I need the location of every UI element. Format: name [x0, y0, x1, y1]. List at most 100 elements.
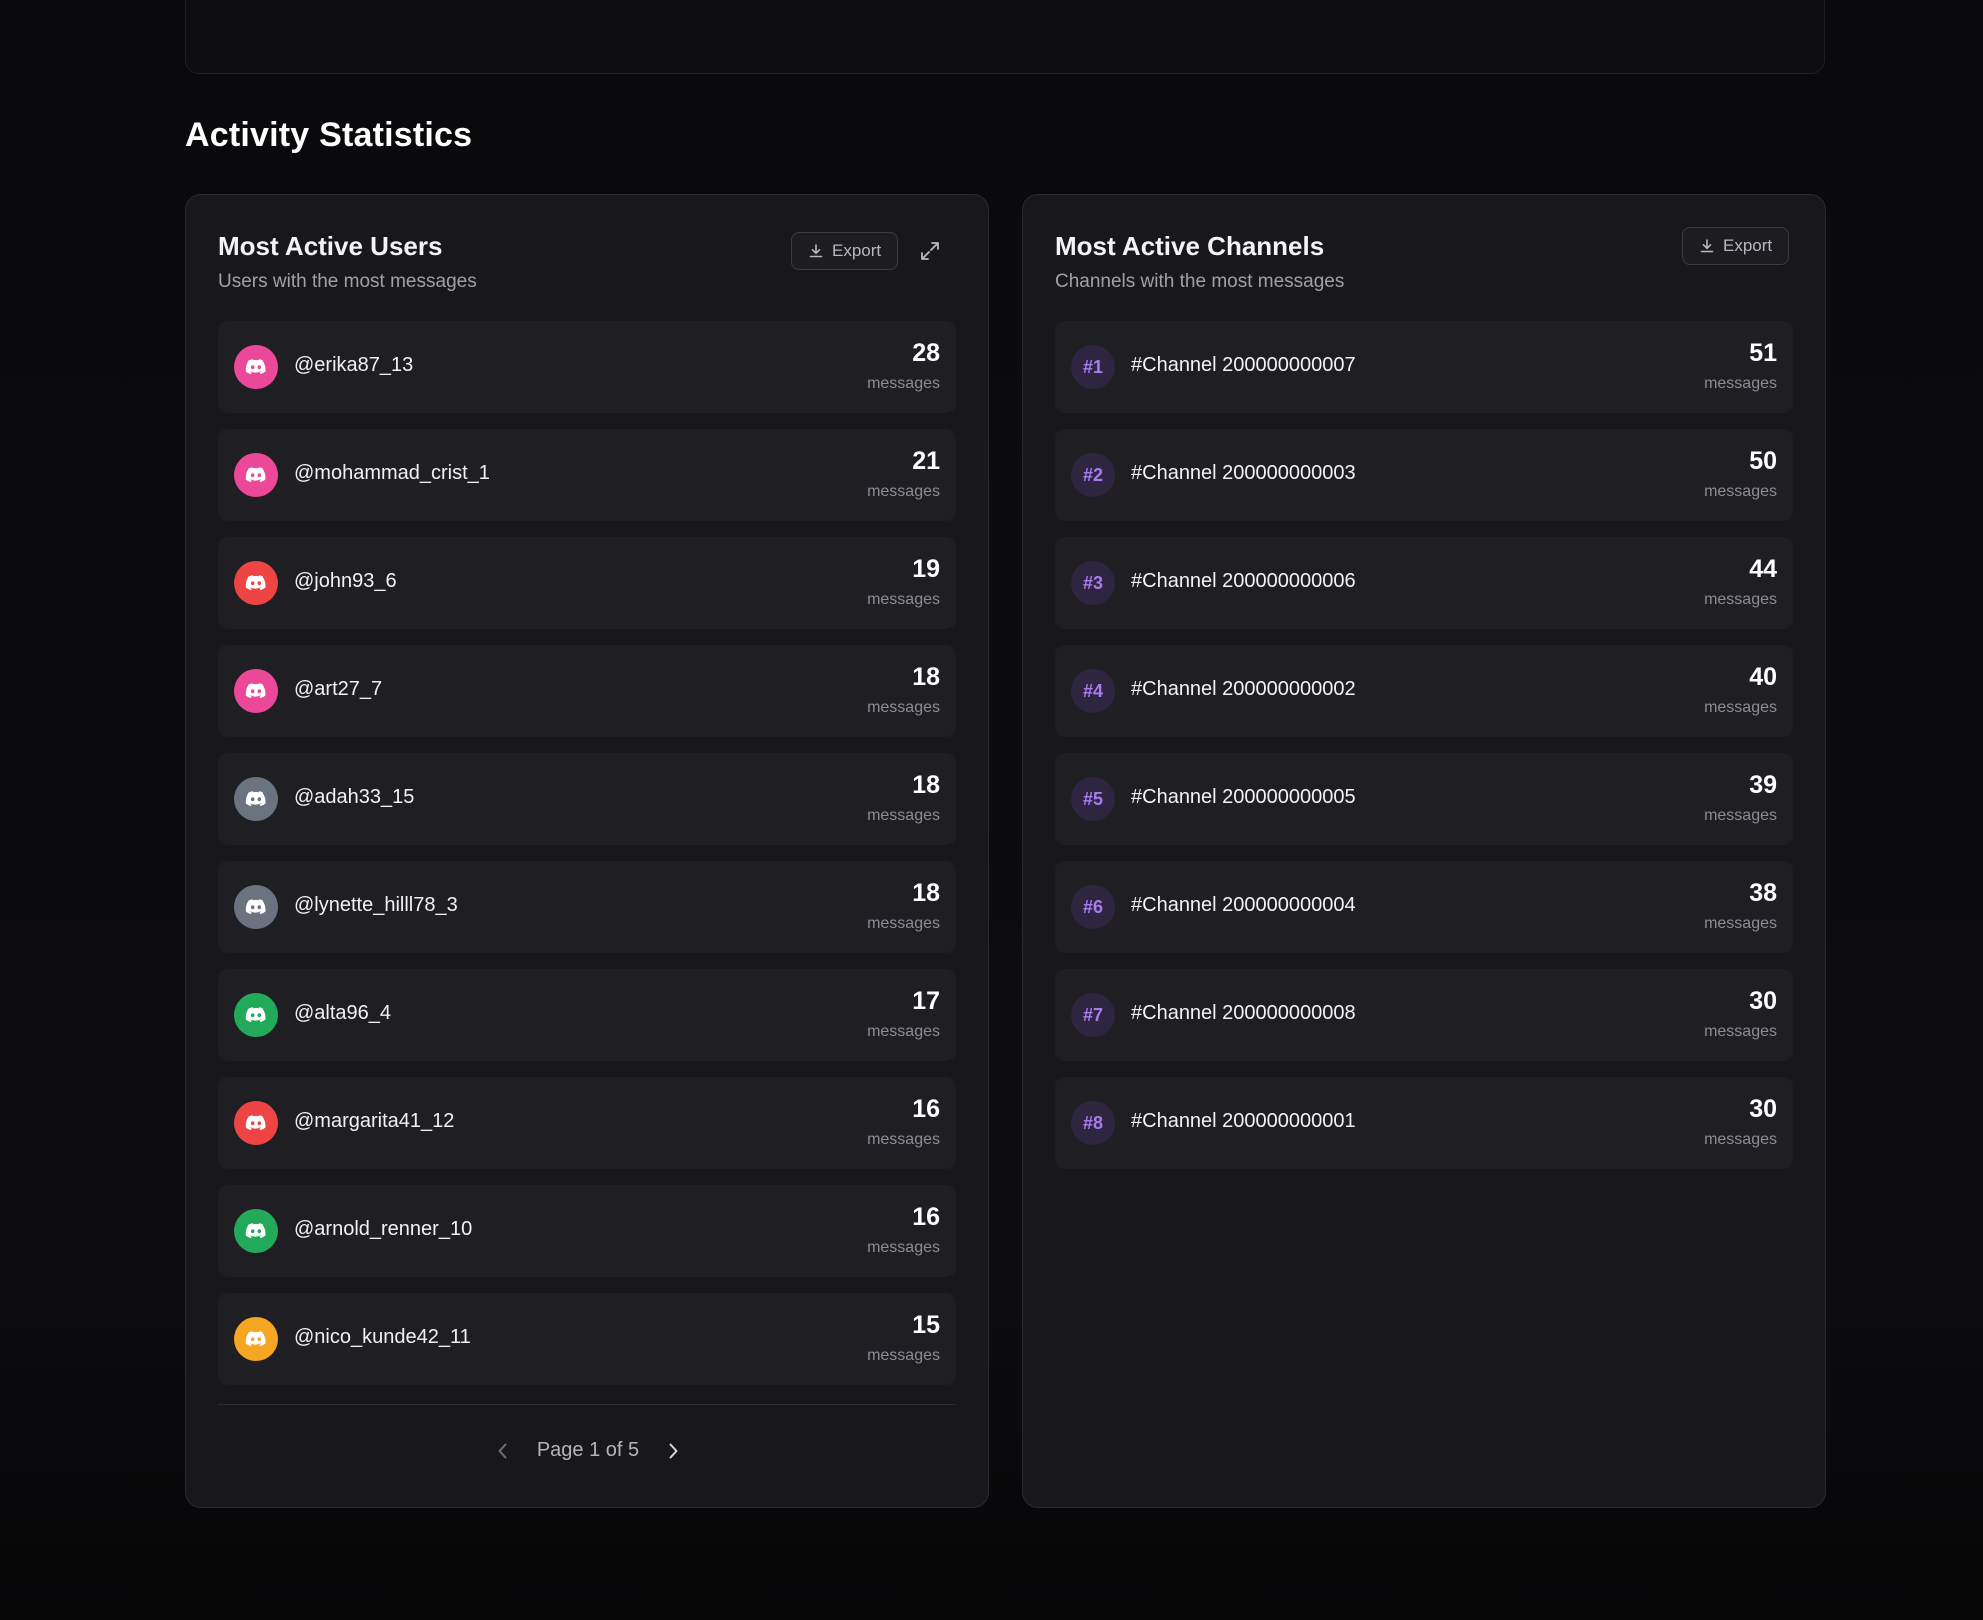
message-unit: messages: [867, 1131, 940, 1148]
user-name: @lynette_hilll78_3: [294, 894, 458, 916]
channel-name: #Channel 200000000001: [1131, 1110, 1356, 1132]
message-count: 17: [912, 987, 940, 1015]
most-active-users-panel: Most Active Users Users with the most me…: [185, 194, 989, 1508]
message-count: 50: [1749, 447, 1777, 475]
users-export-button[interactable]: Export: [791, 232, 899, 270]
channel-row[interactable]: #1 #Channel 200000000007 51 messages: [1055, 321, 1793, 413]
message-count: 28: [912, 339, 940, 367]
discord-icon: [234, 453, 278, 497]
message-count: 18: [912, 771, 940, 799]
message-count: 16: [912, 1095, 940, 1123]
export-label: Export: [832, 241, 882, 260]
rank-badge: #7: [1071, 993, 1115, 1037]
download-icon: [809, 244, 823, 258]
message-unit: messages: [1704, 375, 1777, 392]
user-row[interactable]: @nico_kunde42_11 15 messages: [218, 1293, 956, 1385]
channel-name: #Channel 200000000003: [1131, 462, 1356, 484]
top-card: [185, 0, 1825, 74]
user-row[interactable]: @alta96_4 17 messages: [218, 969, 956, 1061]
message-count: 44: [1749, 555, 1777, 583]
message-count: 30: [1749, 987, 1777, 1015]
message-unit: messages: [1704, 483, 1777, 500]
discord-icon: [234, 1209, 278, 1253]
message-unit: messages: [1704, 807, 1777, 824]
panel-title: Most Active Channels: [1055, 231, 1325, 261]
message-count: 16: [912, 1203, 940, 1231]
message-count: 15: [912, 1311, 940, 1339]
rank-badge: #3: [1071, 561, 1115, 605]
user-row[interactable]: @arnold_renner_10 16 messages: [218, 1185, 956, 1277]
message-unit: messages: [867, 1023, 940, 1040]
message-count: 18: [912, 663, 940, 691]
user-row[interactable]: @margarita41_12 16 messages: [218, 1077, 956, 1169]
most-active-channels-panel: Most Active Channels Channels with the m…: [1022, 194, 1826, 1508]
discord-icon: [234, 669, 278, 713]
channel-row[interactable]: #6 #Channel 200000000004 38 messages: [1055, 861, 1793, 953]
message-unit: messages: [867, 1239, 940, 1256]
channel-row[interactable]: #3 #Channel 200000000006 44 messages: [1055, 537, 1793, 629]
discord-icon: [234, 1101, 278, 1145]
channel-row[interactable]: #5 #Channel 200000000005 39 messages: [1055, 753, 1793, 845]
user-row[interactable]: @mohammad_crist_1 21 messages: [218, 429, 956, 521]
discord-icon: [234, 345, 278, 389]
expand-icon[interactable]: [918, 239, 942, 263]
rank-badge: #5: [1071, 777, 1115, 821]
download-icon: [1700, 239, 1714, 253]
user-name: @nico_kunde42_11: [294, 1326, 471, 1348]
discord-icon: [234, 993, 278, 1037]
user-row[interactable]: @adah33_15 18 messages: [218, 753, 956, 845]
message-unit: messages: [867, 483, 940, 500]
channel-row[interactable]: #8 #Channel 200000000001 30 messages: [1055, 1077, 1793, 1169]
user-row[interactable]: @erika87_13 28 messages: [218, 321, 956, 413]
rank-badge: #6: [1071, 885, 1115, 929]
message-unit: messages: [867, 591, 940, 608]
export-label: Export: [1723, 236, 1773, 255]
channel-name: #Channel 200000000006: [1131, 570, 1356, 592]
message-count: 39: [1749, 771, 1777, 799]
message-count: 40: [1749, 663, 1777, 691]
discord-icon: [234, 1317, 278, 1361]
discord-icon: [234, 561, 278, 605]
channels-export-button[interactable]: Export: [1682, 227, 1790, 265]
channel-name: #Channel 200000000008: [1131, 1002, 1356, 1024]
channel-name: #Channel 200000000005: [1131, 786, 1356, 808]
channel-name: #Channel 200000000007: [1131, 354, 1356, 376]
user-name: @arnold_renner_10: [294, 1218, 473, 1240]
message-unit: messages: [1704, 915, 1777, 932]
channel-name: #Channel 200000000002: [1131, 678, 1356, 700]
rank-badge: #8: [1071, 1101, 1115, 1145]
user-name: @art27_7: [294, 678, 383, 700]
message-unit: messages: [1704, 591, 1777, 608]
chevron-right-icon[interactable]: [665, 1441, 681, 1461]
section-title: Activity Statistics: [185, 116, 473, 154]
panel-subtitle: Channels with the most messages: [1055, 271, 1345, 292]
message-unit: messages: [1704, 699, 1777, 716]
discord-icon: [234, 777, 278, 821]
message-count: 30: [1749, 1095, 1777, 1123]
users-list: @erika87_13 28 messages @mohammad_crist_1 21…: [218, 321, 956, 1401]
channel-row[interactable]: #2 #Channel 200000000003 50 messages: [1055, 429, 1793, 521]
discord-icon: [234, 885, 278, 929]
rank-badge: #1: [1071, 345, 1115, 389]
chevron-left-icon[interactable]: [495, 1441, 511, 1461]
message-unit: messages: [1704, 1023, 1777, 1040]
divider: [218, 1404, 956, 1405]
panel-title: Most Active Users: [218, 231, 443, 261]
message-unit: messages: [867, 915, 940, 932]
channel-row[interactable]: #4 #Channel 200000000002 40 messages: [1055, 645, 1793, 737]
rank-badge: #4: [1071, 669, 1115, 713]
user-name: @adah33_15: [294, 786, 415, 808]
user-row[interactable]: @art27_7 18 messages: [218, 645, 956, 737]
message-count: 18: [912, 879, 940, 907]
message-unit: messages: [1704, 1131, 1777, 1148]
message-unit: messages: [867, 807, 940, 824]
user-row[interactable]: @john93_6 19 messages: [218, 537, 956, 629]
channel-row[interactable]: #7 #Channel 200000000008 30 messages: [1055, 969, 1793, 1061]
panel-subtitle: Users with the most messages: [218, 271, 477, 292]
message-count: 51: [1749, 339, 1777, 367]
message-unit: messages: [867, 1347, 940, 1364]
user-row[interactable]: @lynette_hilll78_3 18 messages: [218, 861, 956, 953]
user-name: @mohammad_crist_1: [294, 462, 490, 484]
channels-list: #1 #Channel 200000000007 51 messages #2 #Chan…: [1055, 321, 1793, 1185]
page-indicator: Page 1 of 5: [536, 1439, 640, 1461]
